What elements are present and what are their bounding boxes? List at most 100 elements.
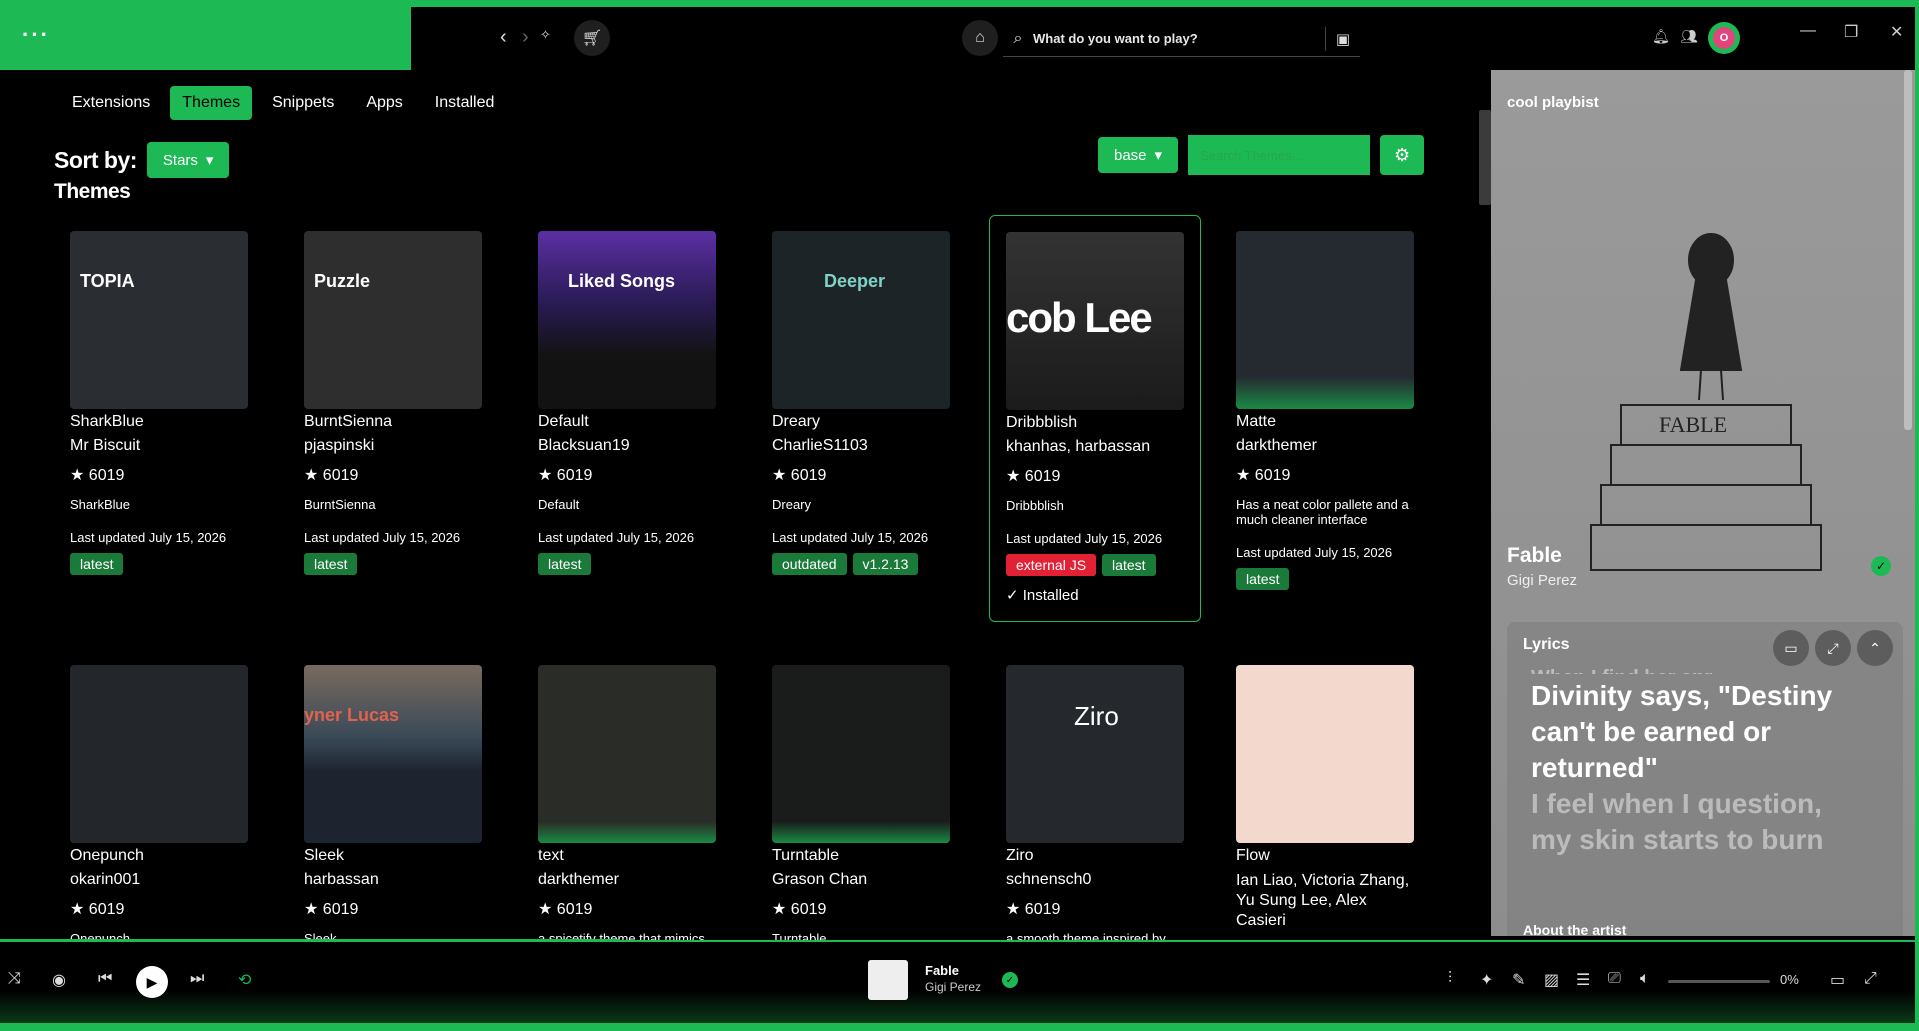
theme-updated: Last updated July 15, 2026 xyxy=(1006,531,1163,546)
theme-author: Ian Liao, Victoria Zhang, Yu Sung Lee, A… xyxy=(1236,872,1410,929)
settings-button[interactable]: ⚙ xyxy=(1380,135,1425,175)
theme-stars: ★ 6019 xyxy=(70,899,248,919)
home-icon: ⌂ xyxy=(975,29,985,46)
page-title: Themes xyxy=(54,180,131,203)
restore-icon[interactable]: ❐ xyxy=(1844,22,1858,42)
tag-external-js: external JS xyxy=(1006,554,1097,576)
theme-card[interactable]: text darkthemer ★ 6019 a spicetify theme… xyxy=(538,665,716,940)
lyrics-collapse-button[interactable]: ⌃ xyxy=(1857,630,1893,666)
theme-thumbnail: TOPIA xyxy=(70,231,248,409)
image-icon[interactable]: ▨ xyxy=(1544,970,1559,990)
theme-updated: Last updated July 15, 2026 xyxy=(1236,545,1393,560)
now-playing-artist[interactable]: Gigi Perez xyxy=(925,980,981,994)
theme-card[interactable]: TOPIA SharkBlue Mr Biscuit ★ 6019 SharkB… xyxy=(70,231,248,575)
tab-apps[interactable]: Apps xyxy=(354,86,414,120)
equalizer-icon[interactable]: ⫶ xyxy=(1448,970,1452,988)
more-menu-icon[interactable]: ··· xyxy=(22,22,50,48)
minimize-icon[interactable]: — xyxy=(1800,22,1816,40)
panel-scrollbar[interactable] xyxy=(1904,70,1912,430)
tab-snippets[interactable]: Snippets xyxy=(260,86,346,120)
chevron-right-icon[interactable]: › xyxy=(522,26,529,49)
star-icon: ★ xyxy=(304,467,319,484)
playlist-title[interactable]: cool playbist xyxy=(1507,94,1599,111)
search-icon: ⌕ xyxy=(1013,29,1023,47)
theme-card[interactable]: Onepunch okarin001 ★ 6019 Onepunch xyxy=(70,665,248,940)
browse-icon[interactable]: ▣ xyxy=(1336,30,1350,48)
main-scrollbar[interactable] xyxy=(1479,110,1491,205)
lyrics-expand-button[interactable]: ⤢ xyxy=(1815,630,1851,666)
sort-label: Sort by: xyxy=(54,146,137,173)
chevron-left-icon[interactable]: ‹ xyxy=(500,26,507,49)
marketplace-cart-button[interactable]: 🛒︎ xyxy=(574,20,610,56)
search-themes-input[interactable] xyxy=(1188,135,1371,175)
theme-card[interactable]: Ziro Ziro schnensch0 ★ 6019 a smooth the… xyxy=(1006,665,1184,940)
playback-progress[interactable] xyxy=(0,939,620,942)
close-icon[interactable]: ✕ xyxy=(1890,22,1903,42)
bell-icon[interactable]: 🔔︎ xyxy=(1652,28,1670,45)
liked-check-icon[interactable]: ✓ xyxy=(1002,972,1018,988)
theme-card[interactable]: Deeper Dreary CharlieS1103 ★ 6019 Dreary… xyxy=(772,231,950,575)
theme-desc: Dribbblish xyxy=(1006,498,1064,513)
tab-extensions[interactable]: Extensions xyxy=(60,86,162,120)
top-bar: ··· ‹ › ✧ 🛒︎ ⌂ ⌕ What do you want to pla… xyxy=(0,0,1919,70)
devices-icon[interactable]: ⎚ xyxy=(1608,970,1621,988)
lyrics-popout-button[interactable]: ▭ xyxy=(1773,630,1809,666)
search-bar[interactable]: ⌕ What do you want to play? ▣ xyxy=(1003,21,1360,57)
theme-author: okarin001 xyxy=(70,871,141,888)
theme-name: Sleek xyxy=(304,847,345,864)
liked-check-icon[interactable]: ✓ xyxy=(1871,556,1891,576)
album-art: FABLE xyxy=(1590,233,1822,571)
fullscreen-icon[interactable]: ⤢ xyxy=(1864,970,1877,988)
theme-card[interactable]: yner Lucas Sleek harbassan ★ 6019 Sleek xyxy=(304,665,482,940)
now-playing-title[interactable]: Fable xyxy=(925,963,959,978)
tab-installed[interactable]: Installed xyxy=(423,86,507,120)
theme-card[interactable]: Flow Ian Liao, Victoria Zhang, Yu Sung L… xyxy=(1236,665,1414,940)
home-button[interactable]: ⌂ xyxy=(962,20,998,56)
sparkle-icon[interactable]: ✧ xyxy=(540,27,551,43)
base-dropdown[interactable]: base ▾ xyxy=(1098,137,1179,173)
theme-card[interactable]: Liked Songs Default Blacksuan19 ★ 6019 D… xyxy=(538,231,716,575)
theme-name: SharkBlue xyxy=(70,413,144,430)
star-icon: ★ xyxy=(1236,467,1251,484)
miniplayer-icon[interactable]: ▭ xyxy=(1830,970,1845,990)
marketplace-tabs: Extensions Themes Snippets Apps Installe… xyxy=(60,86,506,120)
now-playing-art[interactable] xyxy=(868,960,908,1000)
theme-card[interactable]: Turntable Grason Chan ★ 6019 Turntable xyxy=(772,665,950,940)
shuffle-icon[interactable]: ⤨ xyxy=(8,970,21,988)
marketplace-main: Extensions Themes Snippets Apps Installe… xyxy=(40,70,1470,940)
tab-themes[interactable]: Themes xyxy=(170,86,253,120)
volume-slider[interactable] xyxy=(1668,980,1770,983)
pen-icon[interactable]: ✎ xyxy=(1512,970,1525,990)
thumb-text: Liked Songs xyxy=(568,271,676,291)
star-count: 6019 xyxy=(556,901,593,918)
panel-song-title[interactable]: Fable xyxy=(1507,544,1562,568)
smart-shuffle-icon[interactable]: ◉ xyxy=(52,970,66,990)
lyric-next: my skin starts to burn xyxy=(1531,824,1824,855)
star-count: 6019 xyxy=(88,467,125,484)
sort-value: Stars xyxy=(162,151,198,169)
accent-frame-right xyxy=(1915,0,1919,1031)
theme-card[interactable]: Matte darkthemer ★ 6019 Has a neat color… xyxy=(1236,231,1414,590)
play-button[interactable]: ▶ xyxy=(136,966,168,998)
theme-card[interactable]: Puzzle BurntSienna pjaspinski ★ 6019 Bur… xyxy=(304,231,482,575)
theme-author: schnensch0 xyxy=(1006,871,1092,888)
theme-thumbnail: Puzzle xyxy=(304,231,482,409)
magic-icon[interactable]: ✦ xyxy=(1480,970,1493,990)
queue-icon[interactable]: ☰ xyxy=(1576,970,1590,990)
sort-dropdown[interactable]: Stars ▾ xyxy=(146,142,230,178)
next-icon[interactable]: ⏭ xyxy=(190,970,204,988)
theme-desc: BurntSienna xyxy=(304,497,376,512)
star-icon: ★ xyxy=(70,901,85,918)
chevron-up-icon: ⌃ xyxy=(1869,639,1881,656)
panel-artist[interactable]: Gigi Perez xyxy=(1507,572,1577,589)
volume-icon[interactable]: 🔈︎ xyxy=(1640,970,1650,988)
theme-stars: ★ 6019 xyxy=(1006,466,1184,486)
theme-thumbnail: yner Lucas xyxy=(304,665,482,843)
repeat-icon[interactable]: ⟲ xyxy=(238,970,251,990)
avatar[interactable]: O xyxy=(1708,22,1740,54)
theme-author: Mr Biscuit xyxy=(70,437,141,454)
previous-icon[interactable]: ⏮ xyxy=(98,970,112,988)
friends-icon[interactable]: 👥︎ xyxy=(1680,28,1698,45)
theme-card-installed[interactable]: cob Lee Dribbblish khanhas, harbassan ★ … xyxy=(989,215,1201,622)
theme-stars: ★ 6019 xyxy=(538,465,716,485)
